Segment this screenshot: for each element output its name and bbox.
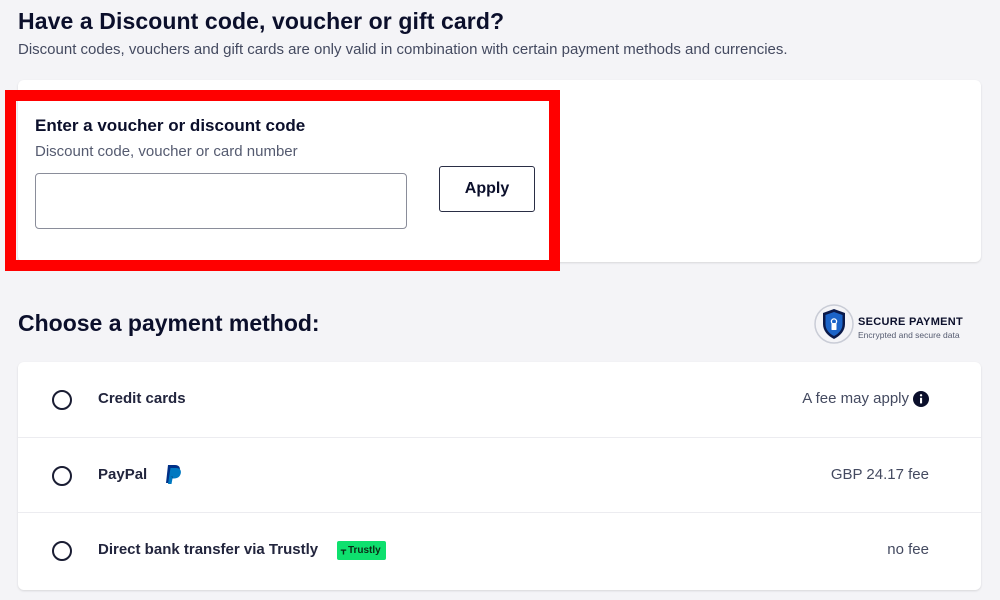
secure-payment-sublabel: Encrypted and secure data [858,330,960,340]
discount-section-title: Have a Discount code, voucher or gift ca… [18,8,505,34]
info-icon[interactable] [913,391,929,407]
payment-method-fee: GBP 24.17 fee [830,466,929,483]
secure-payment-badge: SECURE PAYMENT Encrypted and secure data [814,303,974,347]
radio-paypal[interactable] [52,466,72,486]
payment-methods-list: Credit cards A fee may apply PayPal GBP … [18,362,981,590]
payment-method-fee: A fee may apply [802,390,909,407]
payment-method-name: Direct bank transfer via Trustly [98,541,319,558]
payment-method-fee: no fee [887,541,929,558]
trustly-logo-icon: ᚁ Trustly [337,541,386,560]
payment-method-credit-cards[interactable]: Credit cards A fee may apply [18,362,981,437]
paypal-icon [166,465,181,484]
highlight-annotation-box [5,90,560,271]
discount-section-subtitle: Discount codes, vouchers and gift cards … [18,41,788,58]
payment-method-name: Credit cards [98,390,186,407]
shield-lock-icon [814,304,854,344]
payment-method-paypal[interactable]: PayPal GBP 24.17 fee [18,437,981,512]
payment-section-title: Choose a payment method: [18,310,320,336]
trustly-t-mark: ᚁ [341,545,346,556]
secure-payment-label: SECURE PAYMENT [858,316,964,328]
payment-method-trustly[interactable]: Direct bank transfer via Trustly ᚁ Trust… [18,512,981,587]
radio-credit-cards[interactable] [52,390,72,410]
payment-method-name: PayPal [98,466,148,483]
trustly-badge-label: Trustly [347,545,381,556]
radio-trustly[interactable] [52,541,72,561]
